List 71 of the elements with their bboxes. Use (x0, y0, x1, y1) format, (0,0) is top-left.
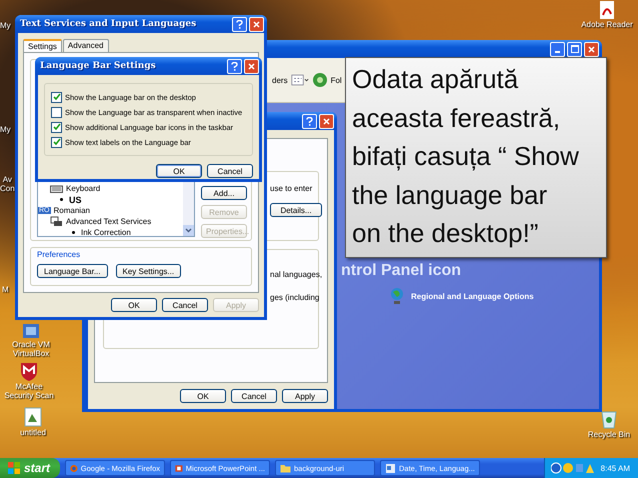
dialog-button[interactable]: Apply (282, 389, 328, 403)
view-grid-icon[interactable] (290, 73, 309, 87)
keyboard-icon (50, 184, 63, 193)
help-icon (306, 116, 313, 126)
group-title: Preferences (37, 250, 82, 259)
tree-item[interactable]: Romanian (54, 206, 90, 215)
help-button[interactable] (227, 58, 242, 74)
close-button[interactable] (244, 58, 259, 74)
help-icon (236, 20, 243, 28)
windows-logo-icon (8, 462, 20, 474)
tree-item[interactable]: Advanced Text Services (66, 217, 152, 226)
tray-icons-drawing[interactable] (550, 462, 595, 474)
window-title: Text Services and Input Languages (20, 19, 196, 29)
tree-item[interactable]: Keyboard (66, 184, 100, 193)
bullet-icon (60, 198, 63, 201)
help-icon (231, 62, 238, 70)
dialog-button[interactable]: Cancel (162, 298, 208, 312)
desktop-icon-label[interactable]: My (0, 126, 11, 135)
category-link[interactable]: Regional and Language Options (411, 292, 534, 300)
description-text: ges (including (270, 293, 320, 302)
dialog-button[interactable]: OK (180, 389, 226, 403)
checkbox[interactable] (51, 136, 62, 148)
browser-icon (70, 462, 78, 474)
close-icon (588, 46, 595, 52)
tab[interactable]: Settings (23, 39, 62, 53)
section-heading: ntrol Panel icon (341, 263, 462, 279)
shield-icon[interactable] (18, 360, 40, 382)
instruction-callout: Odata apărută aceasta fereastră, bifați casuța “ Show the language bar on the desktop!” (345, 57, 607, 258)
close-button[interactable] (319, 114, 334, 128)
list-action-button[interactable]: Add... (201, 186, 247, 200)
services-icon (50, 216, 63, 227)
preference-button[interactable]: Language Bar... (37, 264, 108, 278)
checkbox[interactable] (51, 92, 62, 102)
details-button[interactable]: Details... (270, 203, 322, 217)
presentation-icon (175, 462, 183, 474)
folder-icon (280, 462, 291, 474)
close-button[interactable] (584, 42, 599, 56)
description-text: use to enter (270, 184, 312, 193)
toolbar-label[interactable]: Fol (330, 76, 342, 84)
scrollbar[interactable] (183, 182, 194, 236)
dialog-button[interactable]: Cancel (207, 164, 253, 178)
picture-icon[interactable] (22, 406, 44, 428)
bullet-icon (72, 231, 75, 234)
minimize-button[interactable] (550, 42, 565, 56)
help-button[interactable] (302, 114, 317, 128)
clock: 8:45 AM (600, 464, 630, 472)
cube-icon[interactable] (20, 322, 42, 340)
desktop-icon-label[interactable]: Adobe Reader (581, 21, 633, 30)
description-text: nal languages, (270, 270, 322, 279)
close-button[interactable] (249, 16, 264, 32)
tree-item[interactable]: US (69, 194, 82, 204)
tree-item[interactable]: Ink Correction (81, 228, 131, 236)
maximize-button[interactable] (567, 42, 582, 56)
checkbox[interactable] (51, 122, 62, 132)
help-button[interactable] (232, 16, 247, 32)
preference-button[interactable]: Key Settings... (116, 264, 182, 278)
dialog-button[interactable]: Cancel (231, 389, 277, 403)
close-icon (248, 62, 255, 70)
settings-window-icon (385, 462, 396, 474)
checkbox[interactable] (51, 106, 62, 118)
scroll-down-icon[interactable] (183, 225, 194, 236)
close-icon (253, 20, 260, 28)
dialog-button[interactable]: OK (156, 164, 202, 178)
globe-icon[interactable] (389, 287, 405, 305)
close-icon (323, 118, 330, 124)
desktop-icon-label[interactable]: Av Con (0, 176, 15, 194)
toolbar-label[interactable]: ders (272, 76, 288, 84)
desktop-icon-label[interactable]: My (0, 22, 11, 31)
tab[interactable]: Advanced (62, 39, 108, 52)
dialog-button[interactable]: OK (111, 298, 157, 312)
window-title: Language Bar Settings (40, 61, 156, 71)
